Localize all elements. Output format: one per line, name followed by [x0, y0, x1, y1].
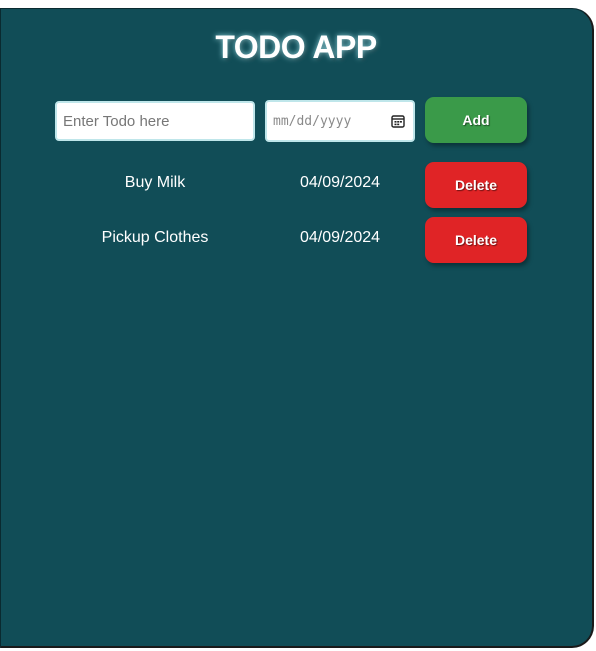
todo-item-date: 04/09/2024	[299, 174, 381, 191]
add-button[interactable]: Add	[425, 97, 527, 143]
todo-text-input[interactable]	[55, 101, 255, 141]
todo-item-name: Buy Milk	[124, 174, 186, 191]
todo-item-name: Pickup Clothes	[101, 229, 209, 246]
todo-date-input[interactable]: mm/dd/yyyy	[265, 100, 415, 142]
todo-item-date: 04/09/2024	[299, 229, 381, 246]
calendar-icon[interactable]	[391, 114, 405, 128]
todo-app-container: TODO APP mm/dd/yyyy Add Buy Milk 04/09/2…	[0, 8, 594, 648]
delete-button[interactable]: Delete	[425, 217, 527, 263]
page-title: TODO APP	[215, 29, 377, 65]
date-placeholder: mm/dd/yyyy	[273, 114, 352, 129]
delete-button[interactable]: Delete	[425, 162, 527, 208]
